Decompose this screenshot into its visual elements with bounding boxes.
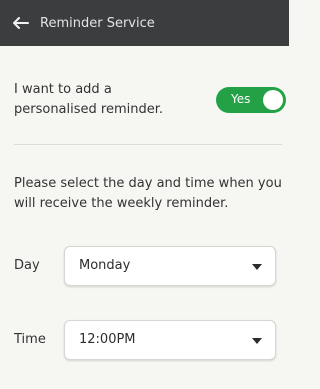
reminder-label: I want to add a personalised reminder.: [14, 82, 164, 117]
time-select-value: 12:00PM: [79, 332, 136, 347]
instructions-text: Please select the day and time when you …: [14, 176, 282, 211]
reminder-row: I want to add a personalised reminder. Y…: [14, 80, 286, 120]
back-arrow-icon: [13, 17, 29, 29]
day-select-value: Monday: [79, 258, 131, 273]
time-label: Time: [14, 332, 46, 347]
time-select[interactable]: 12:00PM: [64, 320, 276, 360]
divider: [14, 144, 282, 145]
page-title: Reminder Service: [40, 15, 155, 31]
caret-down-icon: [252, 338, 262, 344]
header-bar: Reminder Service: [0, 0, 289, 46]
back-button[interactable]: [10, 14, 32, 32]
day-select[interactable]: Monday: [64, 246, 276, 286]
toggle-knob: [263, 90, 283, 110]
day-label: Day: [14, 258, 40, 273]
caret-down-icon: [252, 264, 262, 270]
toggle-label: Yes: [231, 92, 251, 106]
reminder-toggle[interactable]: Yes: [216, 87, 286, 113]
